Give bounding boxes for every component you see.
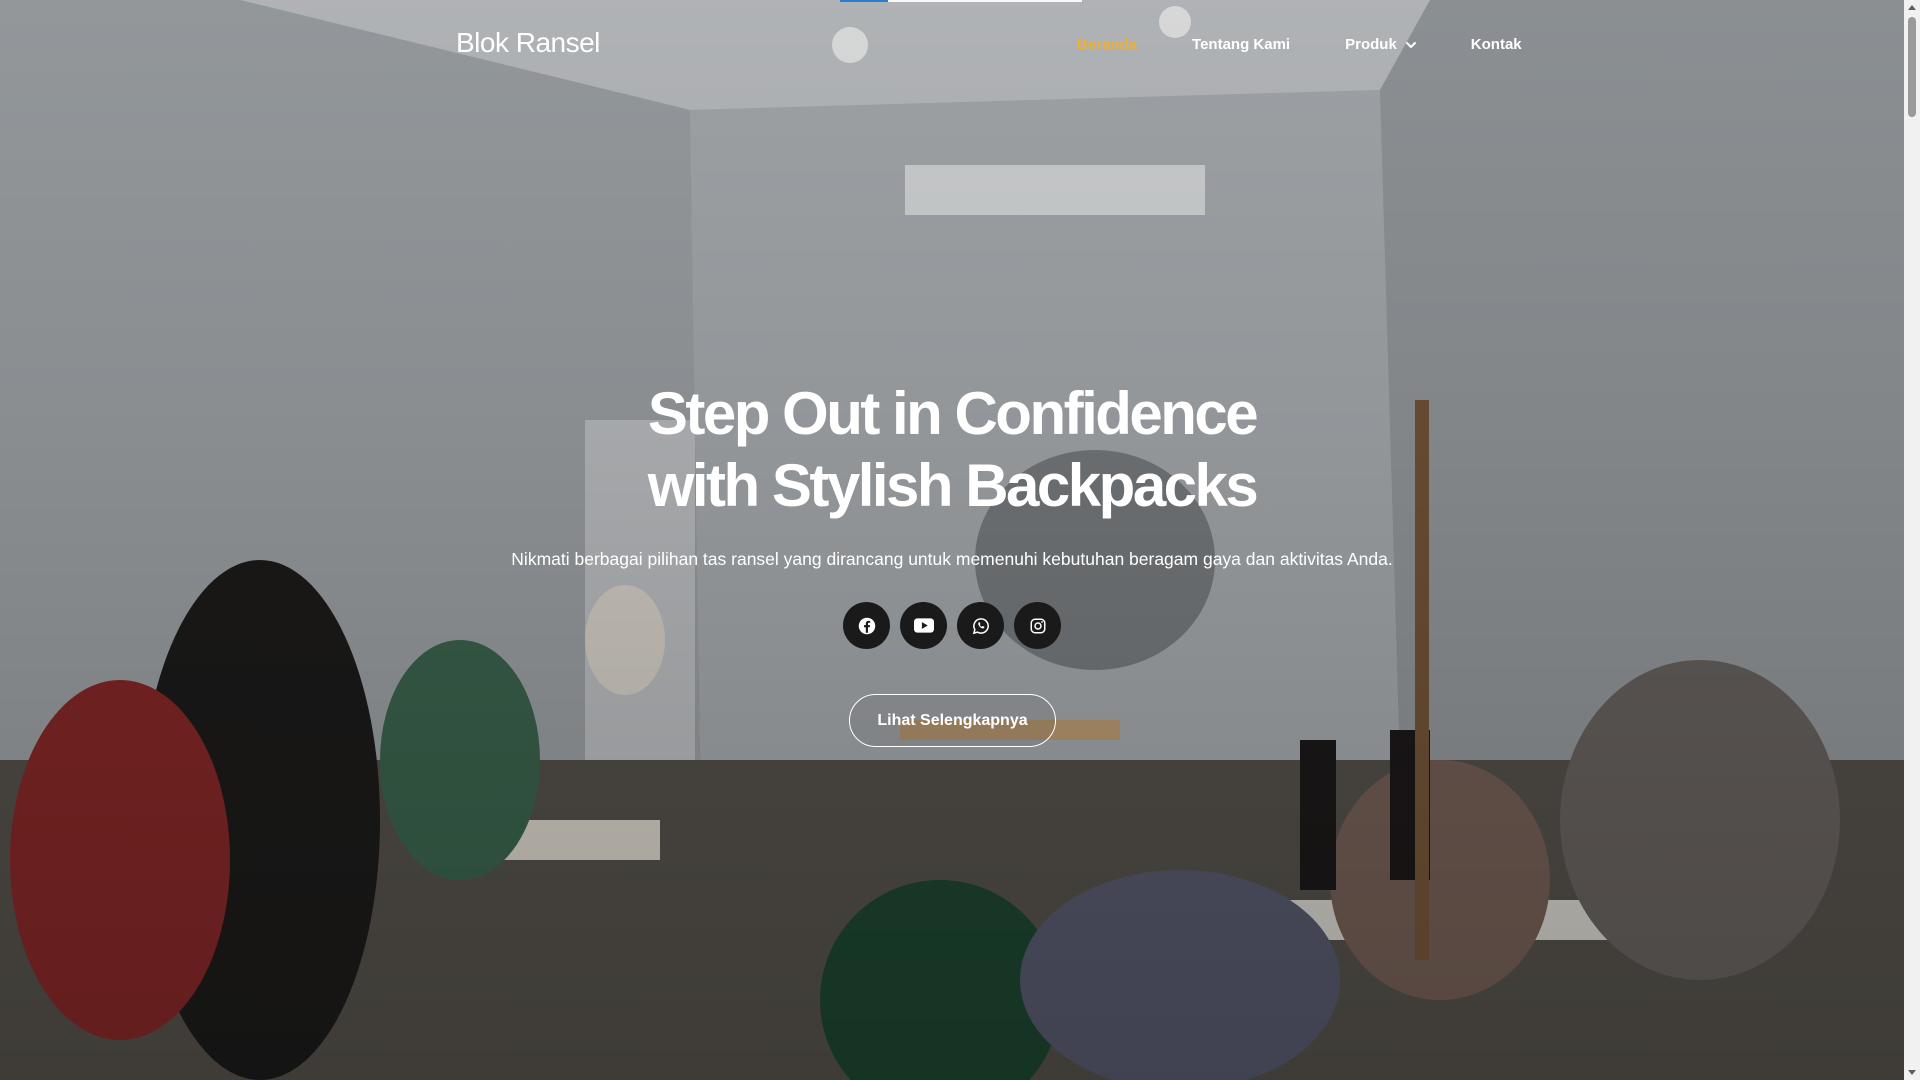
youtube-button[interactable] — [900, 602, 947, 649]
nav-item-produk-label: Produk — [1345, 36, 1397, 53]
scroll-up-arrow-icon[interactable] — [1904, 0, 1920, 16]
hero-title-line-1: Step Out in Confidence — [647, 380, 1259, 447]
nav-item-tentang-kami[interactable]: Tentang Kami — [1192, 36, 1290, 53]
nav-item-beranda[interactable]: Beranda — [1077, 36, 1137, 53]
site-logo[interactable]: Blok Ransel — [456, 27, 600, 59]
social-links — [843, 602, 1061, 649]
whatsapp-icon — [972, 617, 989, 634]
scrollbar-thumb[interactable] — [1908, 17, 1916, 117]
hero-overlay — [0, 0, 1904, 1080]
see-more-button[interactable]: Lihat Selengkapnya — [849, 694, 1056, 747]
nav-item-kontak[interactable]: Kontak — [1471, 36, 1522, 53]
site-header: Blok Ransel Beranda Tentang Kami Produk … — [0, 0, 1904, 90]
instagram-button[interactable] — [1014, 602, 1061, 649]
instagram-icon — [1030, 618, 1045, 633]
main-navigation: Beranda Tentang Kami Produk Kontak — [1077, 36, 1522, 53]
nav-item-produk[interactable]: Produk — [1345, 36, 1416, 53]
facebook-icon — [858, 617, 875, 634]
youtube-icon — [913, 618, 934, 633]
chevron-down-icon — [1405, 41, 1416, 48]
page-scrollbar[interactable] — [1904, 0, 1920, 1080]
hero-title-line-2: with Stylish Backpacks — [647, 452, 1259, 519]
hero-subtitle: Nikmati berbagai pilihan tas ransel yang… — [511, 549, 1393, 569]
scroll-down-arrow-icon[interactable] — [1904, 1064, 1920, 1080]
hero-title: Step Out in Confidence with Stylish Back… — [0, 378, 1904, 522]
facebook-button[interactable] — [843, 602, 890, 649]
whatsapp-button[interactable] — [957, 602, 1004, 649]
